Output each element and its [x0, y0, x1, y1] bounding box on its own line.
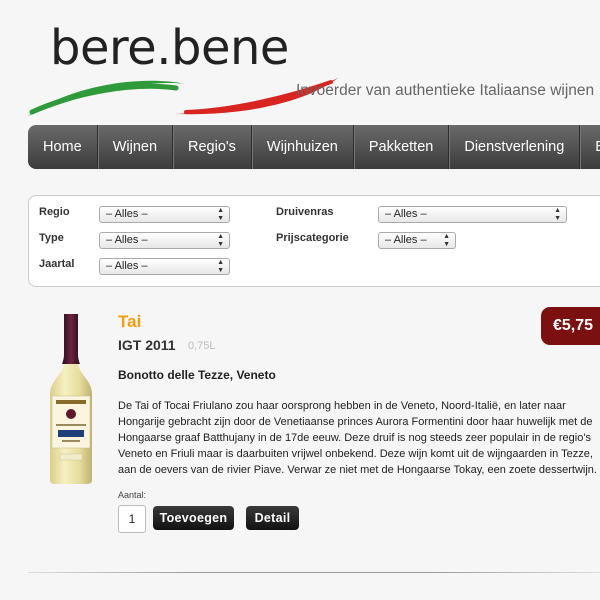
druivenras-select-value: – Alles –	[385, 208, 427, 220]
logo-text: bere.bene	[50, 20, 289, 76]
updown-arrow-icon: ▲ ▼	[554, 207, 561, 222]
nav-item-home[interactable]: Home	[28, 125, 98, 169]
quantity-input[interactable]: 1	[118, 505, 146, 533]
updown-arrow-icon: ▲ ▼	[217, 233, 224, 248]
updown-arrow-icon: ▲ ▼	[443, 233, 450, 248]
description-line: Hongarije gebracht zijn door de Venetiaa…	[118, 416, 593, 429]
product-vintage: IGT 2011	[118, 337, 176, 353]
jaartal-select-value: – Alles –	[106, 260, 148, 272]
nav-item-wijnhuizen[interactable]: Wijnhuizen	[252, 125, 354, 169]
description-line: Veneto en Friuli maar is daarbuiten vrij…	[118, 448, 593, 461]
type-select[interactable]: – Alles – ▲ ▼	[99, 232, 230, 249]
filter-label-regio: Regio	[39, 206, 70, 218]
nav-item-pakketten[interactable]: Pakketten	[354, 125, 450, 169]
main-nav: Home Wijnen Regio's Wijnhuizen Pakketten…	[28, 125, 600, 169]
description-line: De Tai of Tocai Friulano zou haar oorspr…	[118, 400, 566, 412]
filter-label-type: Type	[39, 232, 64, 244]
regio-select-value: – Alles –	[106, 208, 148, 220]
filter-label-druivenras: Druivenras	[276, 206, 334, 218]
tagline: Invoerder van authentieke Italiaanse wij…	[296, 82, 595, 99]
add-to-cart-button[interactable]: Toevoegen	[153, 506, 234, 530]
quantity-label: Aantal:	[118, 490, 147, 500]
product-description: De Tai of Tocai Friulano zou haar oorspr…	[118, 398, 600, 478]
filter-label-jaartal: Jaartal	[39, 258, 75, 270]
nav-item-regios[interactable]: Regio's	[173, 125, 252, 169]
price-badge: €5,75	[541, 307, 600, 345]
type-select-value: – Alles –	[106, 234, 148, 246]
updown-arrow-icon: ▲ ▼	[217, 259, 224, 274]
prijscategorie-select-value: – Alles –	[385, 234, 427, 246]
regio-select[interactable]: – Alles – ▲ ▼	[99, 206, 230, 223]
wine-bottle-image[interactable]	[48, 312, 94, 486]
description-line: Hongaarse graaf Batthujany in de 17de ee…	[118, 432, 591, 445]
prijscategorie-select[interactable]: – Alles – ▲ ▼	[378, 232, 456, 249]
druivenras-select[interactable]: – Alles – ▲ ▼	[378, 206, 567, 223]
filter-label-prijscategorie: Prijscategorie	[276, 232, 349, 244]
jaartal-select[interactable]: – Alles – ▲ ▼	[99, 258, 230, 275]
nav-item-bib[interactable]: Bib	[580, 125, 600, 169]
detail-button[interactable]: Detail	[246, 506, 299, 530]
filter-panel: Regio – Alles – ▲ ▼ Type – Alles – ▲ ▼ Jaa…	[28, 195, 600, 287]
logo[interactable]: bere.bene Invoerder van authentieke Ital…	[26, 18, 594, 116]
divider	[28, 572, 600, 573]
updown-arrow-icon: ▲ ▼	[217, 207, 224, 222]
product-volume: 0,75L	[188, 340, 216, 352]
nav-item-wijnen[interactable]: Wijnen	[98, 125, 174, 169]
product-name[interactable]: Tai	[118, 312, 141, 332]
product-producer: Bonotto delle Tezze, Veneto	[118, 368, 276, 382]
description-line: aan de oevers van de rivier Piave. Verwa…	[118, 464, 597, 477]
nav-item-dienstverlening[interactable]: Dienstverlening	[449, 125, 581, 169]
